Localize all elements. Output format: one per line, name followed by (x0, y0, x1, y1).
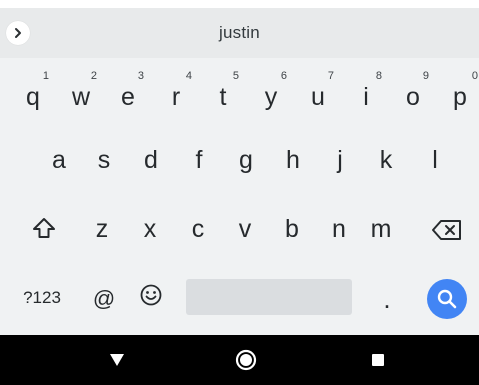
key-e[interactable]: e 3 (109, 71, 147, 111)
key-l[interactable]: l (416, 148, 454, 178)
shift-arrow-icon (33, 218, 55, 238)
key-z[interactable]: z (83, 217, 121, 247)
navigation-bar (0, 335, 479, 385)
space-bar[interactable] (186, 279, 352, 315)
key-y[interactable]: y 6 (252, 71, 290, 111)
key-n[interactable]: n (320, 217, 358, 247)
triangle-back-icon (110, 354, 124, 366)
expand-toolbar-button[interactable] (6, 21, 30, 45)
symbols-key[interactable]: ?123 (14, 287, 70, 311)
smiley-icon (140, 284, 162, 306)
soft-keyboard: q 1 w 2 e 3 r 4 t 5 y 6 u 7 i 8 o 9 p 0 … (0, 58, 479, 335)
chevron-right-icon (15, 28, 21, 38)
recents-button[interactable] (360, 335, 396, 385)
key-d[interactable]: d (132, 148, 170, 178)
circle-home-icon (235, 349, 257, 371)
key-f[interactable]: f (180, 148, 218, 178)
key-v[interactable]: v (226, 217, 264, 247)
key-a[interactable]: a (40, 148, 78, 178)
key-u[interactable]: u 7 (299, 71, 337, 111)
key-t[interactable]: t 5 (204, 71, 242, 111)
key-j[interactable]: j (321, 148, 359, 178)
back-button[interactable] (99, 335, 135, 385)
search-icon (437, 289, 457, 309)
key-m[interactable]: m (362, 217, 400, 247)
key-r[interactable]: r 4 (157, 71, 195, 111)
key-p[interactable]: p 0 (441, 71, 479, 111)
key-c[interactable]: c (179, 217, 217, 247)
square-recents-icon (372, 354, 384, 366)
at-key[interactable]: @ (87, 287, 121, 313)
key-h[interactable]: h (274, 148, 312, 178)
backspace-key[interactable] (426, 219, 468, 249)
key-x[interactable]: x (131, 217, 169, 247)
key-w[interactable]: w 2 (62, 71, 100, 111)
key-s[interactable]: s (85, 148, 123, 178)
key-k[interactable]: k (367, 148, 405, 178)
backspace-icon (432, 220, 461, 240)
search-action-button[interactable] (427, 279, 467, 319)
emoji-key[interactable] (134, 283, 168, 313)
home-button[interactable] (228, 335, 264, 385)
word-suggestion[interactable]: justin (0, 8, 479, 58)
key-q[interactable]: q 1 (14, 71, 52, 111)
period-key[interactable]: . (374, 282, 400, 318)
key-g[interactable]: g (227, 148, 265, 178)
status-strip (0, 0, 479, 8)
suggestion-strip: justin (0, 8, 479, 58)
shift-key[interactable] (24, 216, 64, 246)
key-i[interactable]: i 8 (347, 71, 385, 111)
key-o[interactable]: o 9 (394, 71, 432, 111)
key-b[interactable]: b (273, 217, 311, 247)
